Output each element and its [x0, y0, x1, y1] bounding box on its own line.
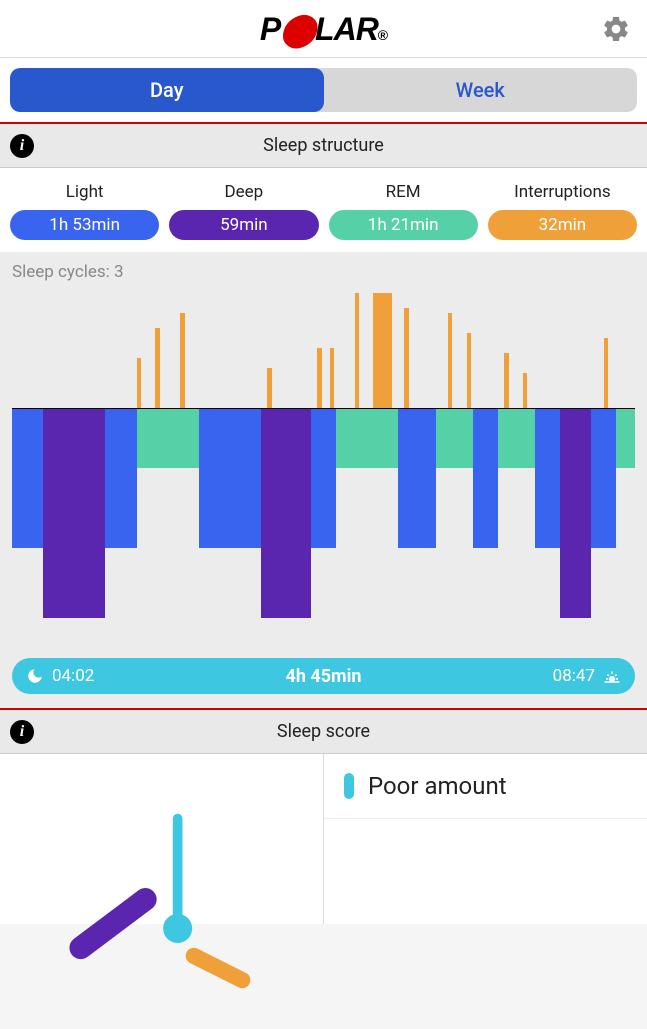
chart-bar-light: [535, 408, 560, 548]
settings-gear-icon[interactable]: [601, 14, 631, 44]
sleep-score-body: Poor amount: [0, 754, 647, 924]
sleep-duration: 4h 45min: [286, 666, 362, 687]
section-header-structure: i Sleep structure: [0, 124, 647, 168]
chart-bar-int: [404, 308, 408, 408]
chart-bar-int: [317, 348, 321, 408]
chart-bar-int: [523, 373, 527, 408]
score-item-amount[interactable]: Poor amount: [324, 754, 647, 819]
chart-bar-int: [267, 368, 271, 408]
legend-deep: Deep 59min: [169, 182, 318, 240]
chart-bar-int: [155, 328, 159, 408]
info-icon[interactable]: i: [10, 720, 34, 744]
chart-bar-int: [180, 313, 184, 408]
legend-interruptions: Interruptions 32min: [488, 182, 637, 240]
sleep-end-value: 08:47: [553, 666, 595, 686]
chart-bar-int: [467, 333, 471, 408]
section-title-structure: Sleep structure: [263, 135, 384, 156]
chart-bar-int: [448, 313, 452, 408]
gauge-icon: [0, 754, 323, 1029]
chart-midline: [12, 408, 635, 409]
chart-bar-int: [330, 348, 334, 408]
chart-bar-rem: [436, 408, 473, 468]
section-header-score: i Sleep score: [0, 710, 647, 754]
legend-rem-label: REM: [386, 182, 421, 202]
brand-logo: P⬤LAR®: [260, 10, 387, 48]
sleep-chart-area: Sleep cycles: 3 04:02 4h 45min 08:47: [0, 252, 647, 708]
app-header: P⬤LAR®: [0, 0, 647, 58]
moon-icon: [26, 667, 44, 685]
legend-deep-label: Deep: [225, 182, 264, 202]
chart-bar-light: [398, 408, 435, 548]
chart-bar-deep: [560, 408, 591, 618]
section-title-score: Sleep score: [277, 721, 370, 742]
sunrise-icon: [603, 667, 621, 685]
chart-bar-light: [12, 408, 43, 548]
chart-bar-light: [591, 408, 616, 548]
chart-bar-int: [373, 293, 392, 408]
sleep-score-list: Poor amount: [324, 754, 647, 924]
legend-light: Light 1h 53min: [10, 182, 159, 240]
info-icon[interactable]: i: [10, 134, 34, 158]
score-item-label: Poor amount: [368, 772, 507, 800]
legend-light-label: Light: [66, 182, 104, 202]
legend-row: Light 1h 53min Deep 59min REM 1h 21min I…: [0, 168, 647, 252]
sleep-end: 08:47: [553, 666, 621, 686]
chart-bar-rem: [137, 408, 199, 468]
sleep-start: 04:02: [26, 666, 94, 686]
chart-bar-rem: [336, 408, 398, 468]
chart-bar-light: [199, 408, 261, 548]
chart-bar-light: [473, 408, 498, 548]
chart-bar-deep: [261, 408, 298, 618]
tab-wrap: Day Week: [10, 68, 637, 112]
chart-bar-int: [355, 293, 359, 408]
chart-bar-rem: [498, 408, 535, 468]
sleep-cycles-label: Sleep cycles: 3: [12, 262, 635, 282]
chart-bar-light: [105, 408, 136, 548]
sleep-time-bar: 04:02 4h 45min 08:47: [12, 658, 635, 694]
chart-bar-int: [137, 358, 141, 408]
chart-bar-deep: [299, 408, 311, 618]
tab-week[interactable]: Week: [324, 68, 638, 112]
chart-bar-int: [604, 338, 608, 408]
chart-bar-light: [311, 408, 336, 548]
tab-bar: Day Week: [0, 58, 647, 124]
legend-rem: REM 1h 21min: [329, 182, 478, 240]
legend-light-pill: 1h 53min: [10, 210, 159, 240]
chart-bar-deep: [43, 408, 105, 618]
legend-int-pill: 32min: [488, 210, 637, 240]
chart-bar-rem: [616, 408, 635, 468]
legend-int-label: Interruptions: [514, 182, 611, 202]
tab-day[interactable]: Day: [10, 68, 324, 112]
legend-rem-pill: 1h 21min: [329, 210, 478, 240]
sleep-start-value: 04:02: [52, 666, 94, 686]
chart-bar-int: [504, 353, 508, 408]
score-indicator-icon: [344, 773, 354, 799]
sleep-hypnogram-chart: [12, 288, 635, 638]
sleep-score-gauge: [0, 754, 324, 924]
legend-deep-pill: 59min: [169, 210, 318, 240]
